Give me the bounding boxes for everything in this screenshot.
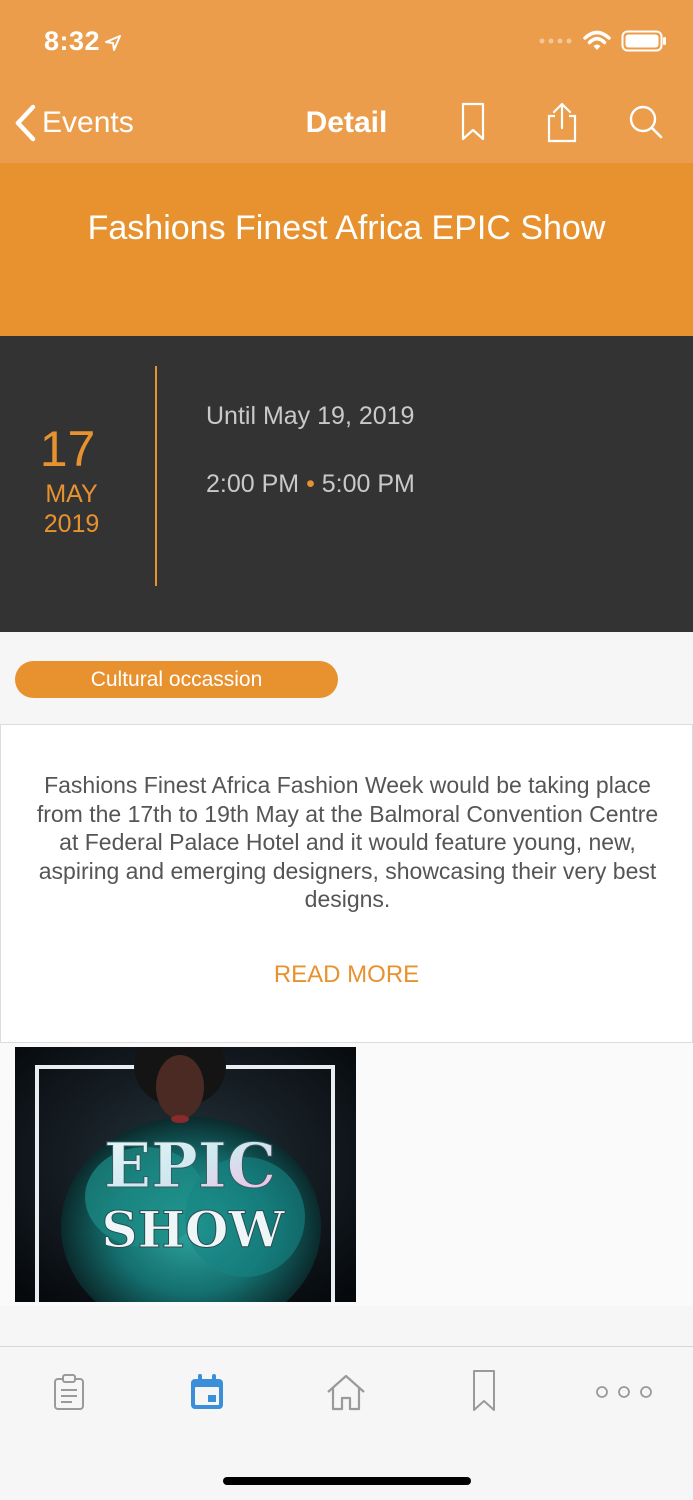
start-time: 2:00 PM bbox=[206, 470, 300, 498]
poster-artwork: EPIC SHOW bbox=[15, 1047, 356, 1302]
event-times: 2:00 PM • 5:00 PM bbox=[206, 470, 415, 499]
tab-clipboard-icon[interactable] bbox=[52, 1373, 86, 1411]
event-title-banner: Fashions Finest Africa EPIC Show bbox=[0, 163, 693, 336]
top-bar: 8:32 Events Detail bbox=[0, 0, 693, 163]
tab-more-icon[interactable] bbox=[596, 1385, 652, 1399]
home-indicator[interactable] bbox=[223, 1477, 471, 1485]
event-date-panel: 17 MAY 2019 Until May 19, 2019 2:00 PM •… bbox=[0, 336, 693, 632]
status-indicators bbox=[539, 30, 667, 52]
event-title: Fashions Finest Africa EPIC Show bbox=[87, 209, 606, 247]
event-month: MAY bbox=[45, 480, 98, 508]
navigation-bar: Events Detail bbox=[0, 98, 693, 148]
tab-bar bbox=[0, 1346, 693, 1500]
tab-home-icon[interactable] bbox=[325, 1373, 367, 1411]
event-until: Until May 19, 2019 bbox=[206, 402, 415, 430]
category-tag[interactable]: Cultural occassion bbox=[15, 661, 338, 698]
search-icon[interactable] bbox=[627, 102, 665, 142]
wifi-icon bbox=[583, 30, 611, 50]
tab-calendar-icon[interactable] bbox=[189, 1373, 225, 1411]
description-card: Fashions Finest Africa Fashion Week woul… bbox=[0, 724, 693, 1043]
poster-title-epic: EPIC bbox=[104, 1129, 276, 1202]
tab-bookmark-icon[interactable] bbox=[471, 1369, 497, 1413]
image-gallery: EPIC SHOW bbox=[0, 1043, 693, 1306]
date-divider bbox=[155, 366, 157, 586]
share-icon[interactable] bbox=[546, 102, 578, 144]
battery-icon bbox=[621, 30, 666, 52]
event-day: 17 bbox=[39, 421, 96, 477]
nav-title: Detail bbox=[305, 106, 388, 139]
read-more-link[interactable]: READ MORE bbox=[1, 961, 692, 989]
event-poster-image[interactable]: EPIC SHOW bbox=[15, 1047, 356, 1302]
status-time-text: 8:32 bbox=[44, 26, 101, 56]
status-time: 8:32 bbox=[44, 26, 122, 57]
location-arrow-icon bbox=[105, 35, 122, 51]
poster-title-show: SHOW bbox=[101, 1200, 285, 1259]
event-year: 2019 bbox=[43, 510, 100, 538]
time-separator: • bbox=[306, 470, 315, 498]
bookmark-icon[interactable] bbox=[460, 102, 486, 142]
event-description: Fashions Finest Africa Fashion Week woul… bbox=[36, 772, 659, 912]
end-time: 5:00 PM bbox=[321, 470, 415, 498]
signal-icon bbox=[539, 38, 572, 44]
